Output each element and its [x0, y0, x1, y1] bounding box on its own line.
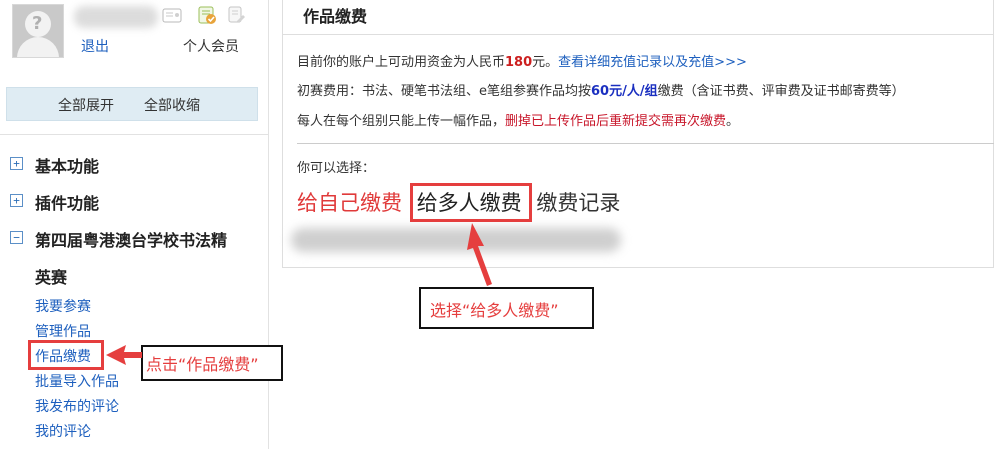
fee-suffix: 缴费（含证书费、评审费及证书邮寄费等）: [657, 84, 905, 99]
expand-collapse-bar: 全部展开 全部收缩: [6, 87, 258, 121]
id-card-icon[interactable]: [161, 4, 183, 26]
rule-text: 每人在每个组别只能上传一幅作品，: [297, 114, 506, 129]
pay-for-self-link[interactable]: 给自己缴费: [297, 187, 402, 217]
payment-panel: 作品缴费 目前你的账户上可动用资金为人民币180元。查看详细充值记录以及充值>>…: [282, 0, 994, 268]
sidebar-group-label: 基本功能: [35, 157, 100, 176]
balance-amount: 180: [505, 55, 533, 70]
sidebar-item-my-posted-comments[interactable]: 我发布的评论: [35, 396, 119, 416]
expand-all-button[interactable]: 全部展开: [58, 95, 114, 115]
sidebar-item-join[interactable]: 我要参赛: [35, 296, 91, 316]
fee-text: 初赛费用：书法、硬笔书法组、e笔组参赛作品均按: [297, 84, 591, 99]
title-divider: [283, 34, 994, 35]
rule-suffix: 。: [726, 114, 740, 129]
sidebar: ? 退出 个人会员 全部展开 全部收缩 + 基本功能 + 插件功能 − 第四届粤…: [0, 0, 269, 449]
fee-amount: 60元/人/组: [591, 84, 658, 99]
logout-link[interactable]: 退出: [81, 36, 109, 56]
edit-doc-icon[interactable]: [225, 4, 247, 26]
rule-line: 每人在每个组别只能上传一幅作品，删掉已上传作品后重新提交需再次缴费。: [297, 110, 739, 129]
sidebar-item-batch-import[interactable]: 批量导入作品: [35, 371, 119, 391]
user-avatar: ?: [12, 4, 64, 58]
sidebar-group-label-cont: 英赛: [35, 268, 68, 287]
recharge-link[interactable]: 查看详细充值记录以及充值>>>: [558, 55, 747, 70]
blurred-username: [74, 6, 158, 28]
sidebar-group-label: 插件功能: [35, 194, 100, 213]
page-title: 作品缴费: [303, 7, 368, 26]
fee-line: 初赛费用：书法、硬笔书法组、e笔组参赛作品均按60元/人/组缴费（含证书费、评审…: [297, 80, 905, 99]
payment-item-highlight: [28, 340, 104, 370]
rule-warning: 删掉已上传作品后重新提交需再次缴费: [505, 114, 727, 129]
click-instruction-note: 点击“作品缴费”: [141, 345, 283, 381]
collapse-all-button[interactable]: 全部收缩: [144, 95, 200, 115]
expand-icon[interactable]: +: [10, 194, 23, 207]
collapse-icon[interactable]: −: [10, 231, 23, 244]
sidebar-divider: [0, 134, 268, 135]
member-type-label: 个人会员: [183, 39, 239, 55]
balance-text: 目前你的账户上可动用资金为人民币: [297, 55, 506, 70]
section-divider: [297, 143, 994, 144]
expand-icon[interactable]: +: [10, 157, 23, 170]
verified-doc-icon[interactable]: [196, 4, 218, 26]
payment-records-link[interactable]: 缴费记录: [536, 187, 620, 217]
balance-line: 目前你的账户上可动用资金为人民币180元。查看详细充值记录以及充值>>>: [297, 51, 747, 70]
sidebar-item-my-comments[interactable]: 我的评论: [35, 421, 91, 441]
pay-multiple-highlight: [410, 183, 532, 222]
choose-label: 你可以选择：: [297, 161, 376, 176]
select-instruction-note: 选择“给多人缴费”: [419, 287, 594, 329]
sidebar-group-label: 第四届粤港澳台学校书法精: [35, 231, 228, 250]
blurred-text: [291, 228, 621, 252]
balance-suffix: 元。: [532, 55, 559, 70]
sidebar-item-manage-works[interactable]: 管理作品: [35, 321, 91, 341]
